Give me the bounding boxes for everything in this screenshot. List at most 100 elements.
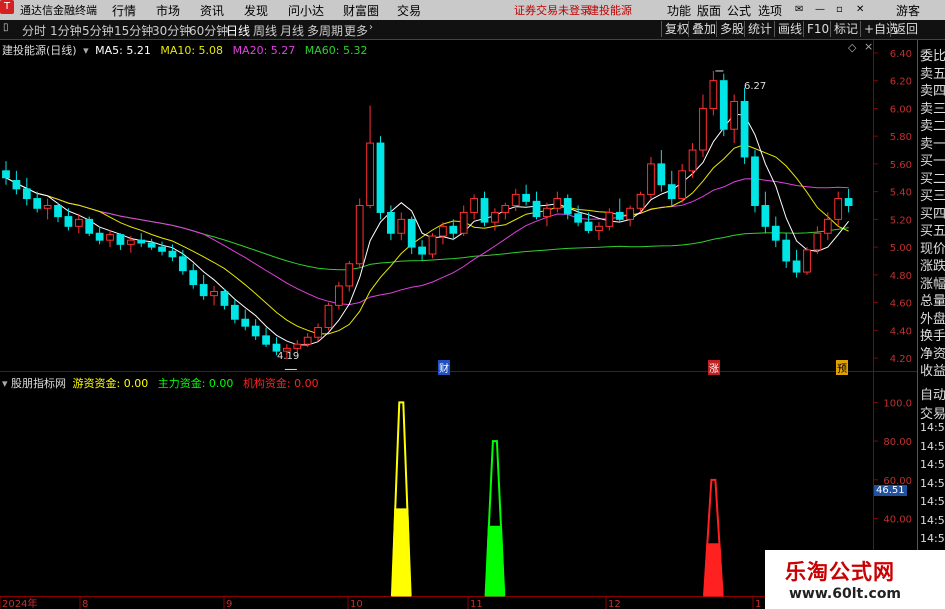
candle-body (407, 218, 416, 248)
date-axis-label: 2024年 (2, 597, 37, 609)
price-axis-label: 5.00 (890, 243, 912, 254)
candle-body (251, 325, 260, 337)
candle (43, 198, 52, 220)
candle-body (74, 218, 83, 227)
candle (106, 230, 114, 248)
candle (595, 222, 603, 241)
candle-body (740, 100, 749, 158)
candle-body (147, 242, 156, 248)
candle (2, 161, 10, 185)
candle (199, 274, 208, 300)
watermark-url: www.60lt.com (789, 586, 902, 602)
candle (324, 302, 333, 331)
candle (428, 233, 437, 259)
candle-body (397, 218, 406, 234)
indicator-peak (703, 478, 724, 597)
quote-side-panel: 委比 卖五 卖四 卖三 卖二 卖一 买一 买二 买三 买四 买五 现价 涨跌 涨幅 总量 外盘 换手 净资 收益 自动… (917, 40, 945, 609)
candle (615, 198, 624, 223)
candle-body (730, 100, 739, 130)
chart-canvas[interactable]: 6.40 6.20 6.00 5.80 5.60 5.40 5.20 5.00 4.80 4.60… (0, 0, 945, 609)
side-panel-label: 卖一 (920, 136, 945, 152)
candle (459, 205, 468, 237)
candle (626, 205, 635, 227)
candle-body (54, 205, 62, 218)
candle (210, 285, 218, 306)
candle-body (230, 304, 239, 320)
finance-event-marker[interactable]: 财 (438, 360, 450, 375)
candle (792, 249, 801, 278)
price-axis-label: 6.40 (890, 49, 912, 60)
candle-body (584, 221, 593, 231)
candle (751, 150, 759, 213)
candle-body (511, 193, 520, 206)
forecast-marker[interactable]: 预 (836, 360, 848, 375)
candle-body (22, 188, 31, 200)
indicator-peak (484, 440, 506, 597)
price-axis-label: 4.40 (890, 326, 912, 337)
candle-body (428, 235, 437, 255)
candle-body (366, 142, 374, 207)
candle (532, 191, 541, 220)
candle (730, 94, 739, 144)
candle-body (324, 304, 333, 329)
indicator-axis-label: 80.00 (883, 437, 912, 448)
candle (740, 87, 749, 164)
candle (667, 170, 676, 206)
side-panel-label: 买五 (920, 224, 945, 239)
candle-body (667, 184, 676, 200)
candle-body (678, 170, 687, 200)
candle (543, 202, 551, 227)
side-panel-label: 14:56 (920, 421, 945, 434)
candle-body (85, 218, 94, 234)
side-panel-label: 卖五 (920, 66, 945, 82)
candle-body (95, 232, 104, 241)
candle (220, 288, 229, 310)
indicator-spike-fill (703, 543, 724, 597)
side-panel-label: 14:56 (920, 439, 945, 453)
price-axis-label: 5.40 (890, 188, 912, 199)
side-panel-label: 自动 (920, 388, 945, 403)
candle-body (2, 170, 10, 179)
candle-body (189, 270, 198, 286)
candle (54, 202, 62, 223)
candle-body (615, 211, 624, 220)
date-axis-label: 11 (470, 599, 483, 609)
date-axis-label: 8 (82, 599, 88, 609)
candle-body (303, 336, 312, 345)
candle-body (106, 234, 114, 241)
candle (147, 238, 156, 250)
candle (137, 233, 146, 248)
indicator-peak (390, 401, 412, 597)
side-panel-label: 总量 (920, 294, 945, 309)
candle-body (844, 198, 853, 206)
candle-body (199, 284, 208, 297)
candle (95, 226, 104, 245)
indicator-cursor-value: 46.51 (874, 485, 907, 496)
side-panel-label: 14:56 (920, 476, 945, 490)
candle (355, 198, 364, 268)
candle-body (834, 198, 843, 220)
candle-body (813, 232, 822, 251)
indicator-spike-fill (391, 508, 412, 597)
candle-body (803, 249, 811, 273)
candle-body (345, 263, 354, 287)
side-panel-label: 净资 (920, 346, 945, 362)
date-axis-label: 9 (226, 599, 232, 609)
candle (158, 241, 166, 256)
limit-up-marker[interactable]: 涨 (708, 360, 720, 375)
side-panel-label: 买四 (920, 206, 945, 222)
candle (314, 323, 322, 342)
candle (647, 156, 655, 199)
candle (116, 233, 125, 250)
candle (470, 194, 478, 220)
candle (823, 212, 832, 241)
price-axis-label: 5.20 (890, 215, 912, 226)
candle-body (563, 198, 572, 215)
candle (397, 212, 406, 241)
side-panel-label: 外盘 (920, 311, 945, 327)
side-panel-label: 买二 (920, 171, 945, 187)
watermark: 乐淘公式网 www.60lt.com (765, 550, 945, 609)
candle (782, 233, 791, 268)
candle (761, 191, 770, 234)
price-axis-label: 4.80 (890, 271, 912, 282)
